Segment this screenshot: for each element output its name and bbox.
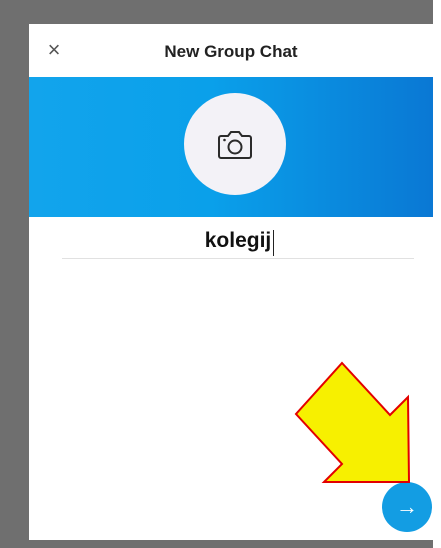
new-group-chat-dialog: New Group Chat × → — [29, 24, 433, 540]
group-photo-button[interactable] — [184, 93, 286, 195]
text-cursor — [273, 230, 274, 256]
arrow-right-icon: → — [396, 494, 418, 519]
dialog-title: New Group Chat — [164, 42, 298, 61]
next-button[interactable]: → — [382, 482, 432, 532]
background-window-edge — [433, 0, 441, 548]
group-name-input[interactable] — [62, 224, 414, 259]
dialog-header: New Group Chat × — [29, 24, 433, 76]
close-icon[interactable]: × — [43, 39, 65, 61]
camera-icon — [218, 131, 252, 159]
